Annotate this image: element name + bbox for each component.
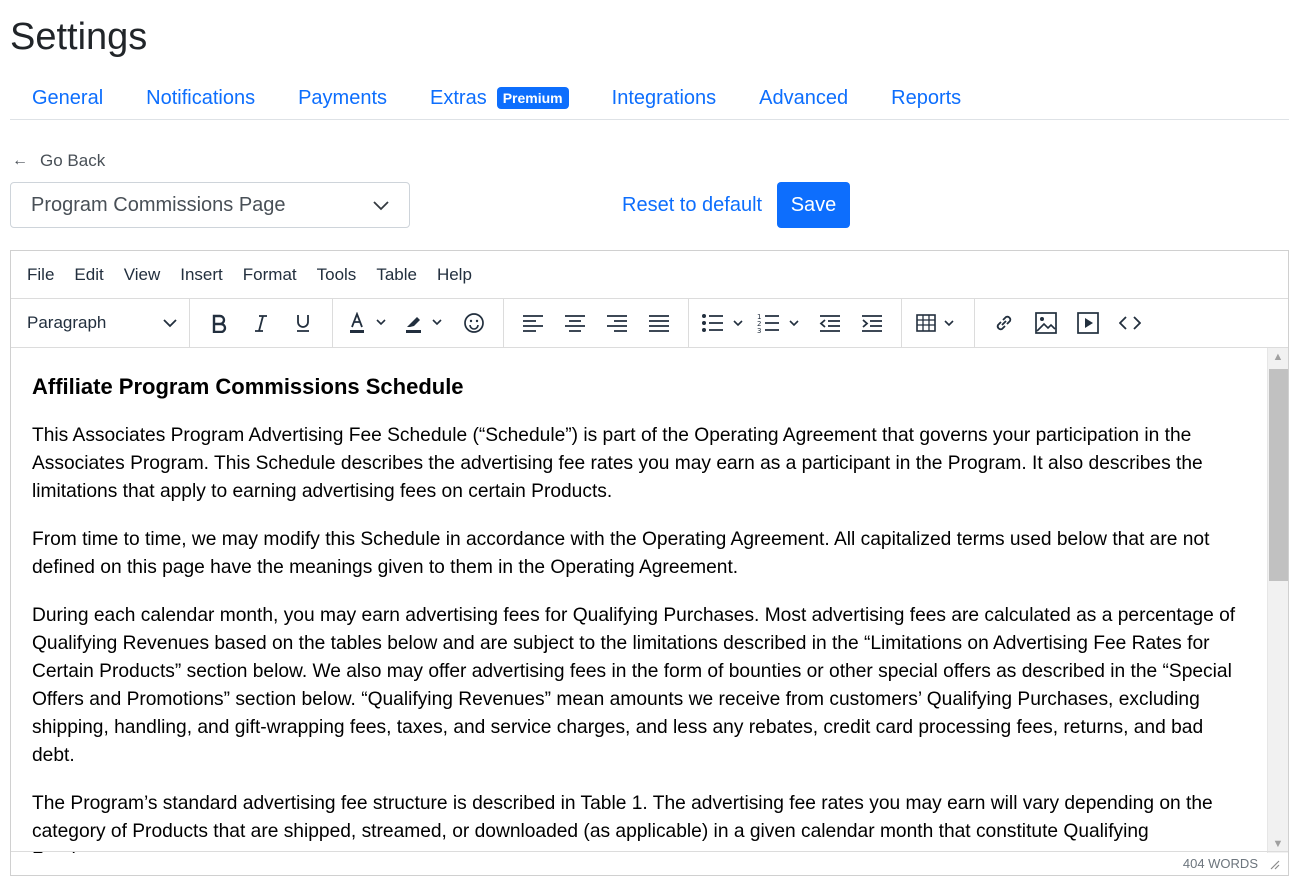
go-back-link[interactable]: ← Go Back: [12, 151, 105, 171]
menu-help[interactable]: Help: [427, 265, 482, 285]
align-left-icon[interactable]: [516, 306, 550, 340]
list-group: 123: [689, 298, 902, 348]
tab-notifications[interactable]: Notifications: [125, 80, 277, 116]
block-format-select[interactable]: Paragraph: [19, 313, 181, 333]
align-center-icon[interactable]: [558, 306, 592, 340]
save-button[interactable]: Save: [777, 182, 850, 228]
editor-content[interactable]: Affiliate Program Commissions Schedule T…: [11, 348, 1268, 853]
text-style-group: [190, 298, 333, 348]
highlight-color-icon[interactable]: [401, 306, 449, 340]
arrow-left-icon: ←: [12, 152, 28, 169]
italic-icon[interactable]: [244, 306, 278, 340]
tab-label: Notifications: [146, 87, 256, 109]
content-paragraph: This Associates Program Advertising Fee …: [32, 425, 1203, 502]
media-icon[interactable]: [1071, 306, 1105, 340]
bullet-list-icon[interactable]: [701, 306, 749, 340]
word-count: 404 WORDS: [1182, 856, 1258, 871]
editor-toolbar: Paragraph 1 2 3: [11, 298, 1288, 348]
menu-tools[interactable]: Tools: [307, 265, 367, 285]
menu-table[interactable]: Table: [366, 265, 427, 285]
tab-extras[interactable]: Extras Premium: [409, 80, 591, 116]
reset-to-default-button[interactable]: Reset to default: [612, 182, 772, 228]
svg-text:3: 3: [757, 327, 761, 334]
menu-format[interactable]: Format: [233, 265, 307, 285]
content-paragraph: From time to time, we may modify this Sc…: [32, 529, 1210, 578]
editor-statusbar: 404 WORDS: [11, 851, 1288, 875]
emoji-icon[interactable]: [457, 306, 491, 340]
chevron-down-icon: [163, 313, 177, 333]
align-right-icon[interactable]: [600, 306, 634, 340]
content-paragraph: The Program’s standard advertising fee s…: [32, 793, 1213, 853]
block-format-value: Paragraph: [27, 313, 107, 332]
scroll-up-arrow-icon[interactable]: ▲: [1268, 348, 1288, 366]
align-justify-icon[interactable]: [642, 306, 676, 340]
tab-payments[interactable]: Payments: [277, 80, 409, 116]
rich-text-editor: File Edit View Insert Format Tools Table…: [10, 250, 1289, 876]
page-title: Settings: [10, 16, 148, 58]
source-code-icon[interactable]: [1113, 306, 1147, 340]
menu-file[interactable]: File: [17, 265, 64, 285]
menu-insert[interactable]: Insert: [170, 265, 233, 285]
bold-icon[interactable]: [202, 306, 236, 340]
resize-handle-icon[interactable]: [1268, 858, 1280, 870]
go-back-label: Go Back: [40, 151, 106, 170]
numbered-list-icon[interactable]: 123: [757, 306, 805, 340]
tab-label: Payments: [298, 87, 388, 109]
table-icon[interactable]: [914, 306, 962, 340]
image-icon[interactable]: [1029, 306, 1063, 340]
menu-view[interactable]: View: [114, 265, 171, 285]
scrollbar-thumb[interactable]: [1269, 369, 1288, 581]
insert-group: [975, 299, 1159, 348]
tab-advanced[interactable]: Advanced: [738, 80, 870, 116]
color-group: [333, 298, 504, 348]
underline-icon[interactable]: [286, 306, 320, 340]
tab-label: Integrations: [611, 87, 717, 109]
table-group: [902, 298, 975, 348]
tab-integrations[interactable]: Integrations: [590, 80, 738, 116]
chevron-down-icon: [373, 194, 389, 217]
tab-label: Advanced: [759, 87, 849, 109]
page-template-select[interactable]: Program Commissions Page: [10, 182, 410, 228]
premium-badge: Premium: [496, 87, 569, 109]
tab-label: General: [32, 87, 104, 109]
page-template-select-value: Program Commissions Page: [31, 193, 286, 216]
tab-reports[interactable]: Reports: [870, 80, 983, 116]
menu-edit[interactable]: Edit: [64, 265, 113, 285]
tab-general[interactable]: General: [10, 80, 125, 116]
settings-tabs: General Notifications Payments Extras Pr…: [10, 77, 1289, 120]
tab-label: Reports: [891, 87, 962, 109]
text-color-icon[interactable]: [345, 306, 393, 340]
editor-scrollbar[interactable]: ▲ ▼: [1267, 348, 1288, 853]
content-paragraph: During each calendar month, you may earn…: [32, 605, 1236, 766]
editor-menubar: File Edit View Insert Format Tools Table…: [11, 251, 1288, 299]
tab-label: Extras: [430, 87, 487, 109]
alignment-group: [504, 298, 689, 348]
indent-icon[interactable]: [855, 306, 889, 340]
content-heading: Affiliate Program Commissions Schedule: [32, 374, 464, 399]
outdent-icon[interactable]: [813, 306, 847, 340]
link-icon[interactable]: [987, 306, 1021, 340]
block-format-group: Paragraph: [11, 298, 190, 348]
